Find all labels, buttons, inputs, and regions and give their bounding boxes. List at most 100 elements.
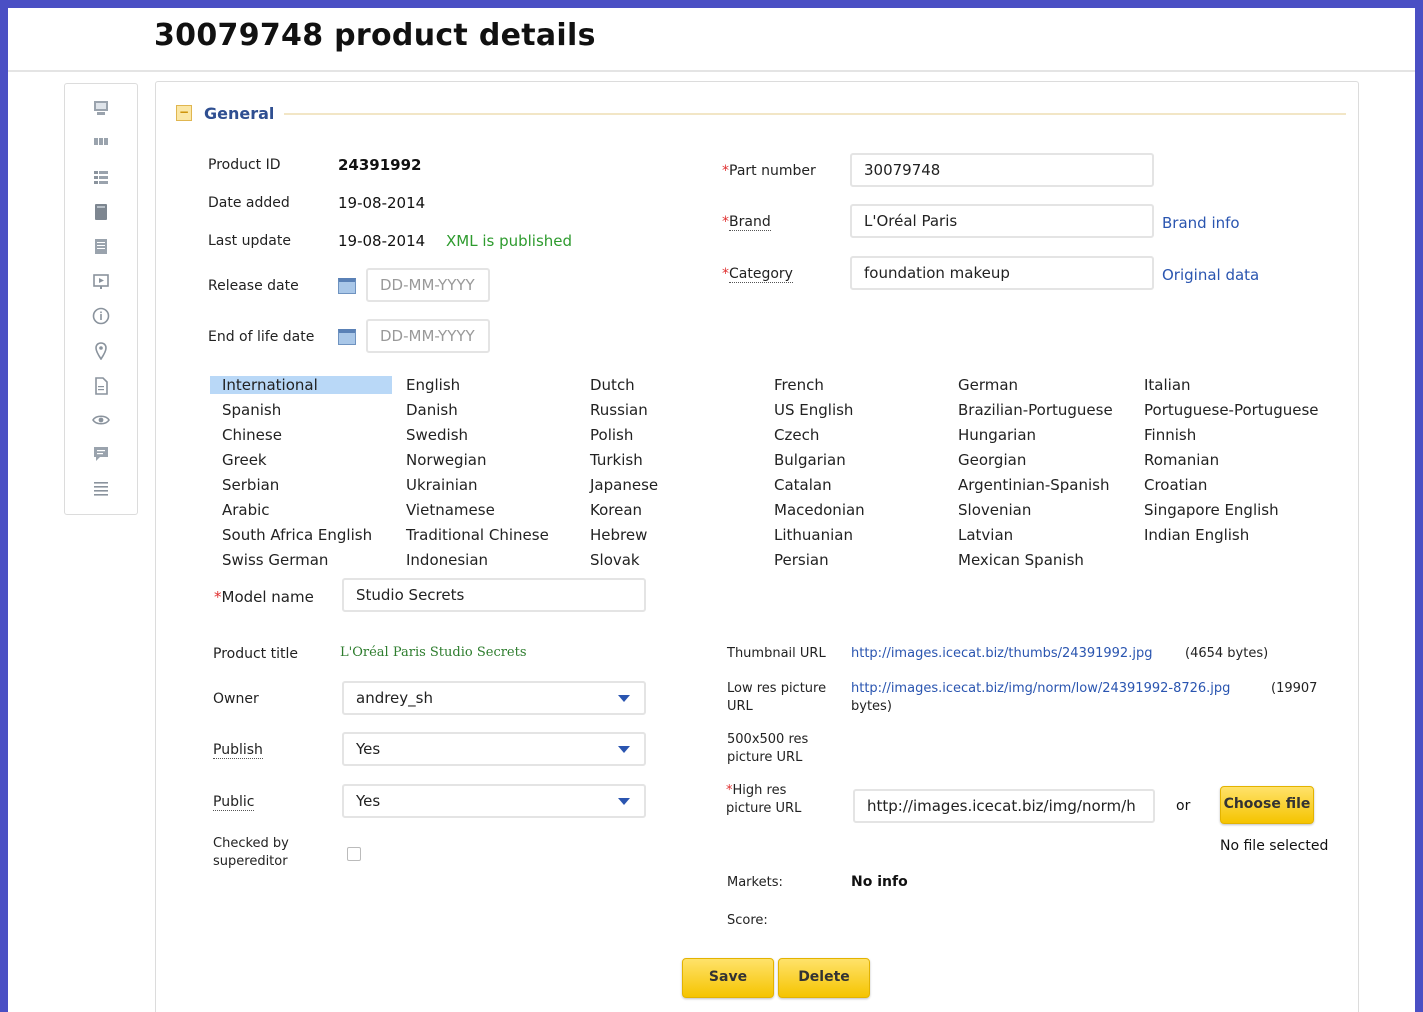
- info-icon[interactable]: [91, 306, 111, 326]
- lowres-size-unit: bytes): [851, 699, 892, 714]
- lang-item[interactable]: English: [406, 376, 460, 394]
- location-pin-icon[interactable]: [91, 341, 111, 361]
- general-panel: − General Product ID 24391992 Date added…: [155, 81, 1359, 1012]
- sidebar: [64, 83, 138, 515]
- public-value: Yes: [356, 792, 381, 810]
- checked-by-label: Checked by supereditor: [213, 836, 289, 869]
- chevron-down-icon: [618, 695, 630, 702]
- no-file-selected-text: No file selected: [1220, 838, 1329, 854]
- chevron-down-icon: [618, 798, 630, 805]
- book-icon[interactable]: [91, 202, 111, 222]
- lang-item[interactable]: French: [774, 376, 824, 394]
- lang-item[interactable]: Russian: [590, 401, 648, 419]
- eol-date-input[interactable]: DD-MM-YYYY: [366, 319, 490, 353]
- lang-item[interactable]: Italian: [1144, 376, 1191, 394]
- lang-item[interactable]: Chinese: [222, 426, 282, 444]
- lang-item[interactable]: Slovak: [590, 551, 640, 569]
- brand-input[interactable]: L'Oréal Paris: [850, 204, 1154, 238]
- calendar-icon[interactable]: [338, 278, 356, 294]
- lang-item[interactable]: Lithuanian: [774, 526, 853, 544]
- original-data-link[interactable]: Original data: [1162, 266, 1259, 284]
- product-id-value: 24391992: [338, 156, 422, 174]
- highres-url-input[interactable]: http://images.icecat.biz/img/norm/h: [853, 789, 1155, 823]
- lang-item[interactable]: Portuguese-Portuguese: [1144, 401, 1319, 419]
- list-icon[interactable]: [91, 167, 111, 187]
- eye-icon[interactable]: [91, 410, 111, 430]
- collapse-icon[interactable]: −: [176, 105, 192, 121]
- delete-button[interactable]: Delete: [778, 958, 870, 998]
- document-icon[interactable]: [91, 376, 111, 396]
- lang-item[interactable]: German: [958, 376, 1018, 394]
- lang-item[interactable]: Bulgarian: [774, 451, 846, 469]
- eol-date-label: End of life date: [208, 329, 315, 345]
- owner-value: andrey_sh: [356, 689, 433, 707]
- lang-item[interactable]: Arabic: [222, 501, 270, 519]
- thumbnail-url-link[interactable]: http://images.icecat.biz/thumbs/24391992…: [851, 646, 1152, 661]
- release-date-input[interactable]: DD-MM-YYYY: [366, 268, 490, 302]
- lang-item[interactable]: Georgian: [958, 451, 1026, 469]
- lang-item[interactable]: South Africa English: [222, 526, 372, 544]
- product-title-label: Product title: [213, 646, 298, 662]
- lang-item[interactable]: Norwegian: [406, 451, 486, 469]
- public-select[interactable]: Yes: [342, 784, 646, 818]
- lang-item[interactable]: Swiss German: [222, 551, 328, 569]
- calendar-icon[interactable]: [338, 329, 356, 345]
- lang-item[interactable]: Czech: [774, 426, 819, 444]
- lang-item[interactable]: Polish: [590, 426, 633, 444]
- lang-item[interactable]: US English: [774, 401, 853, 419]
- category-input[interactable]: foundation makeup: [850, 256, 1154, 290]
- lang-item[interactable]: Croatian: [1144, 476, 1207, 494]
- lowres-url-link[interactable]: http://images.icecat.biz/img/norm/low/24…: [851, 681, 1230, 696]
- lang-item[interactable]: Brazilian-Portuguese: [958, 401, 1113, 419]
- columns-icon[interactable]: [91, 132, 111, 152]
- lang-item[interactable]: Dutch: [590, 376, 635, 394]
- lang-item[interactable]: Catalan: [774, 476, 832, 494]
- save-button[interactable]: Save: [682, 958, 774, 998]
- part-number-input[interactable]: 30079748: [850, 153, 1154, 187]
- lang-item[interactable]: Ukrainian: [406, 476, 478, 494]
- comment-icon[interactable]: [91, 444, 111, 464]
- score-label: Score:: [727, 913, 768, 928]
- choose-file-button[interactable]: Choose file: [1220, 786, 1314, 824]
- lang-item[interactable]: Greek: [222, 451, 267, 469]
- lang-item[interactable]: Japanese: [590, 476, 658, 494]
- lang-item[interactable]: Singapore English: [1144, 501, 1279, 519]
- lang-item[interactable]: Mexican Spanish: [958, 551, 1084, 569]
- lang-international[interactable]: International: [210, 376, 392, 394]
- lang-item[interactable]: Persian: [774, 551, 829, 569]
- lang-item[interactable]: Macedonian: [774, 501, 865, 519]
- lowres-size: (19907: [1271, 681, 1318, 696]
- lang-item[interactable]: Indonesian: [406, 551, 488, 569]
- brand-label: *Brand: [722, 214, 771, 231]
- monitor-icon[interactable]: [91, 98, 111, 118]
- lang-item[interactable]: Serbian: [222, 476, 279, 494]
- owner-select[interactable]: andrey_sh: [342, 681, 646, 715]
- lang-item[interactable]: Spanish: [222, 401, 281, 419]
- lang-item[interactable]: Indian English: [1144, 526, 1249, 544]
- lang-item[interactable]: Romanian: [1144, 451, 1219, 469]
- lang-item[interactable]: Traditional Chinese: [406, 526, 549, 544]
- lang-item[interactable]: Slovenian: [958, 501, 1031, 519]
- lang-item[interactable]: Vietnamese: [406, 501, 495, 519]
- lang-item[interactable]: Swedish: [406, 426, 468, 444]
- lang-item[interactable]: Hungarian: [958, 426, 1036, 444]
- model-name-input[interactable]: Studio Secrets: [342, 578, 646, 612]
- section-title[interactable]: General: [204, 104, 274, 123]
- product-title-value: L'Oréal Paris Studio Secrets: [340, 645, 527, 660]
- lang-item[interactable]: Hebrew: [590, 526, 647, 544]
- slideshow-icon[interactable]: [91, 271, 111, 291]
- lang-item[interactable]: Danish: [406, 401, 458, 419]
- lang-item[interactable]: Turkish: [590, 451, 643, 469]
- menu-lines-icon[interactable]: [91, 479, 111, 499]
- checked-by-checkbox[interactable]: [347, 847, 361, 861]
- notepad-icon[interactable]: [91, 236, 111, 256]
- xml-status: XML is published: [446, 232, 573, 250]
- or-text: or: [1176, 798, 1191, 814]
- brand-info-link[interactable]: Brand info: [1162, 214, 1240, 232]
- section-divider: [284, 113, 1346, 115]
- lang-item[interactable]: Korean: [590, 501, 642, 519]
- lang-item[interactable]: Latvian: [958, 526, 1013, 544]
- lang-item[interactable]: Finnish: [1144, 426, 1196, 444]
- lang-item[interactable]: Argentinian-Spanish: [958, 476, 1110, 494]
- publish-select[interactable]: Yes: [342, 732, 646, 766]
